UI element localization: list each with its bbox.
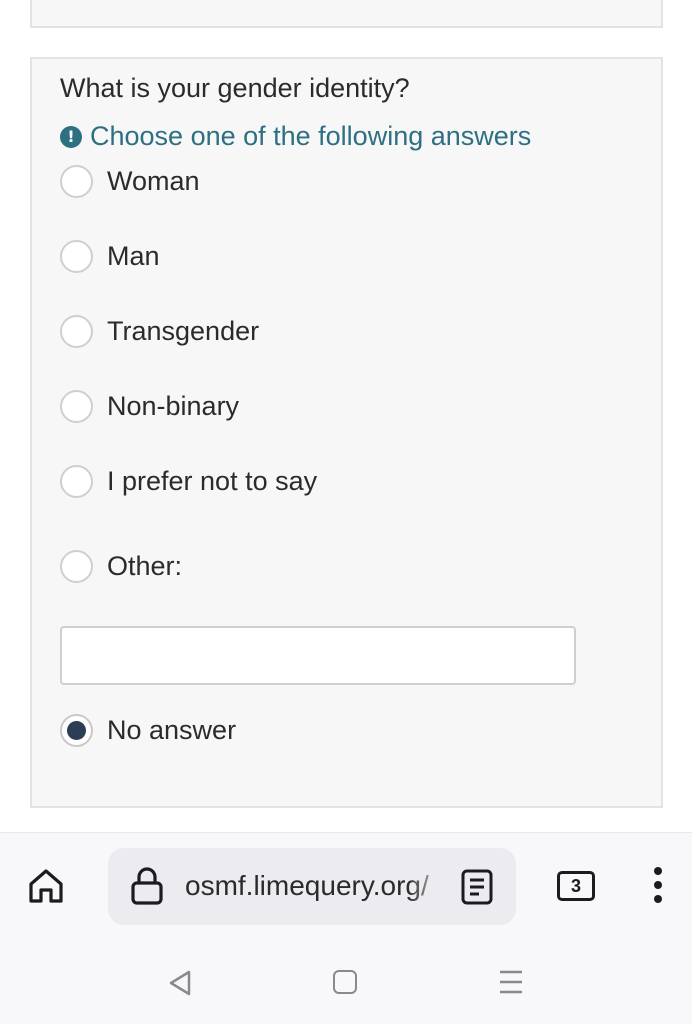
option-label[interactable]: I prefer not to say — [107, 466, 317, 497]
reader-mode-icon[interactable] — [460, 868, 494, 906]
option-woman[interactable]: Woman — [60, 165, 200, 198]
option-non-binary[interactable]: Non-binary — [60, 390, 239, 423]
radio-prefer-not-to-say[interactable] — [60, 465, 93, 498]
previous-question-card — [30, 0, 663, 28]
other-text-input[interactable] — [60, 626, 576, 685]
option-label[interactable]: Transgender — [107, 316, 259, 347]
option-label[interactable]: Woman — [107, 166, 200, 197]
address-bar[interactable]: osmf.limequery.org/ — [108, 848, 516, 925]
option-label[interactable]: Non-binary — [107, 391, 239, 422]
page: What is your gender identity? ! Choose o… — [0, 0, 692, 1024]
radio-transgender[interactable] — [60, 315, 93, 348]
lock-icon[interactable] — [130, 866, 164, 906]
option-label[interactable]: No answer — [107, 715, 236, 746]
option-no-answer[interactable]: No answer — [60, 714, 236, 747]
radio-other[interactable] — [60, 550, 93, 583]
url-fade — [408, 866, 448, 906]
option-label[interactable]: Other: — [107, 551, 182, 582]
hint-text: Choose one of the following answers — [90, 121, 532, 151]
question-card: What is your gender identity? ! Choose o… — [30, 57, 663, 808]
option-label[interactable]: Man — [107, 241, 160, 272]
option-other[interactable]: Other: — [60, 550, 182, 583]
home-icon[interactable] — [26, 866, 66, 906]
question-title: What is your gender identity? — [60, 73, 410, 103]
nav-back-icon[interactable] — [166, 968, 194, 998]
radio-man[interactable] — [60, 240, 93, 273]
question-hint: ! Choose one of the following answers — [60, 121, 531, 152]
radio-non-binary[interactable] — [60, 390, 93, 423]
radio-woman[interactable] — [60, 165, 93, 198]
system-nav-bar — [0, 940, 692, 1024]
nav-recents-icon[interactable] — [499, 969, 523, 995]
more-menu-icon[interactable] — [648, 867, 668, 907]
info-icon: ! — [60, 125, 82, 148]
option-transgender[interactable]: Transgender — [60, 315, 259, 348]
url-text[interactable]: osmf.limequery.org/ — [185, 870, 440, 902]
option-man[interactable]: Man — [60, 240, 160, 273]
nav-home-icon[interactable] — [333, 970, 357, 994]
option-prefer-not-to-say[interactable]: I prefer not to say — [60, 465, 317, 498]
browser-toolbar: osmf.limequery.org/ 3 — [0, 832, 692, 940]
radio-no-answer[interactable] — [60, 714, 93, 747]
tabs-icon[interactable]: 3 — [557, 871, 595, 901]
